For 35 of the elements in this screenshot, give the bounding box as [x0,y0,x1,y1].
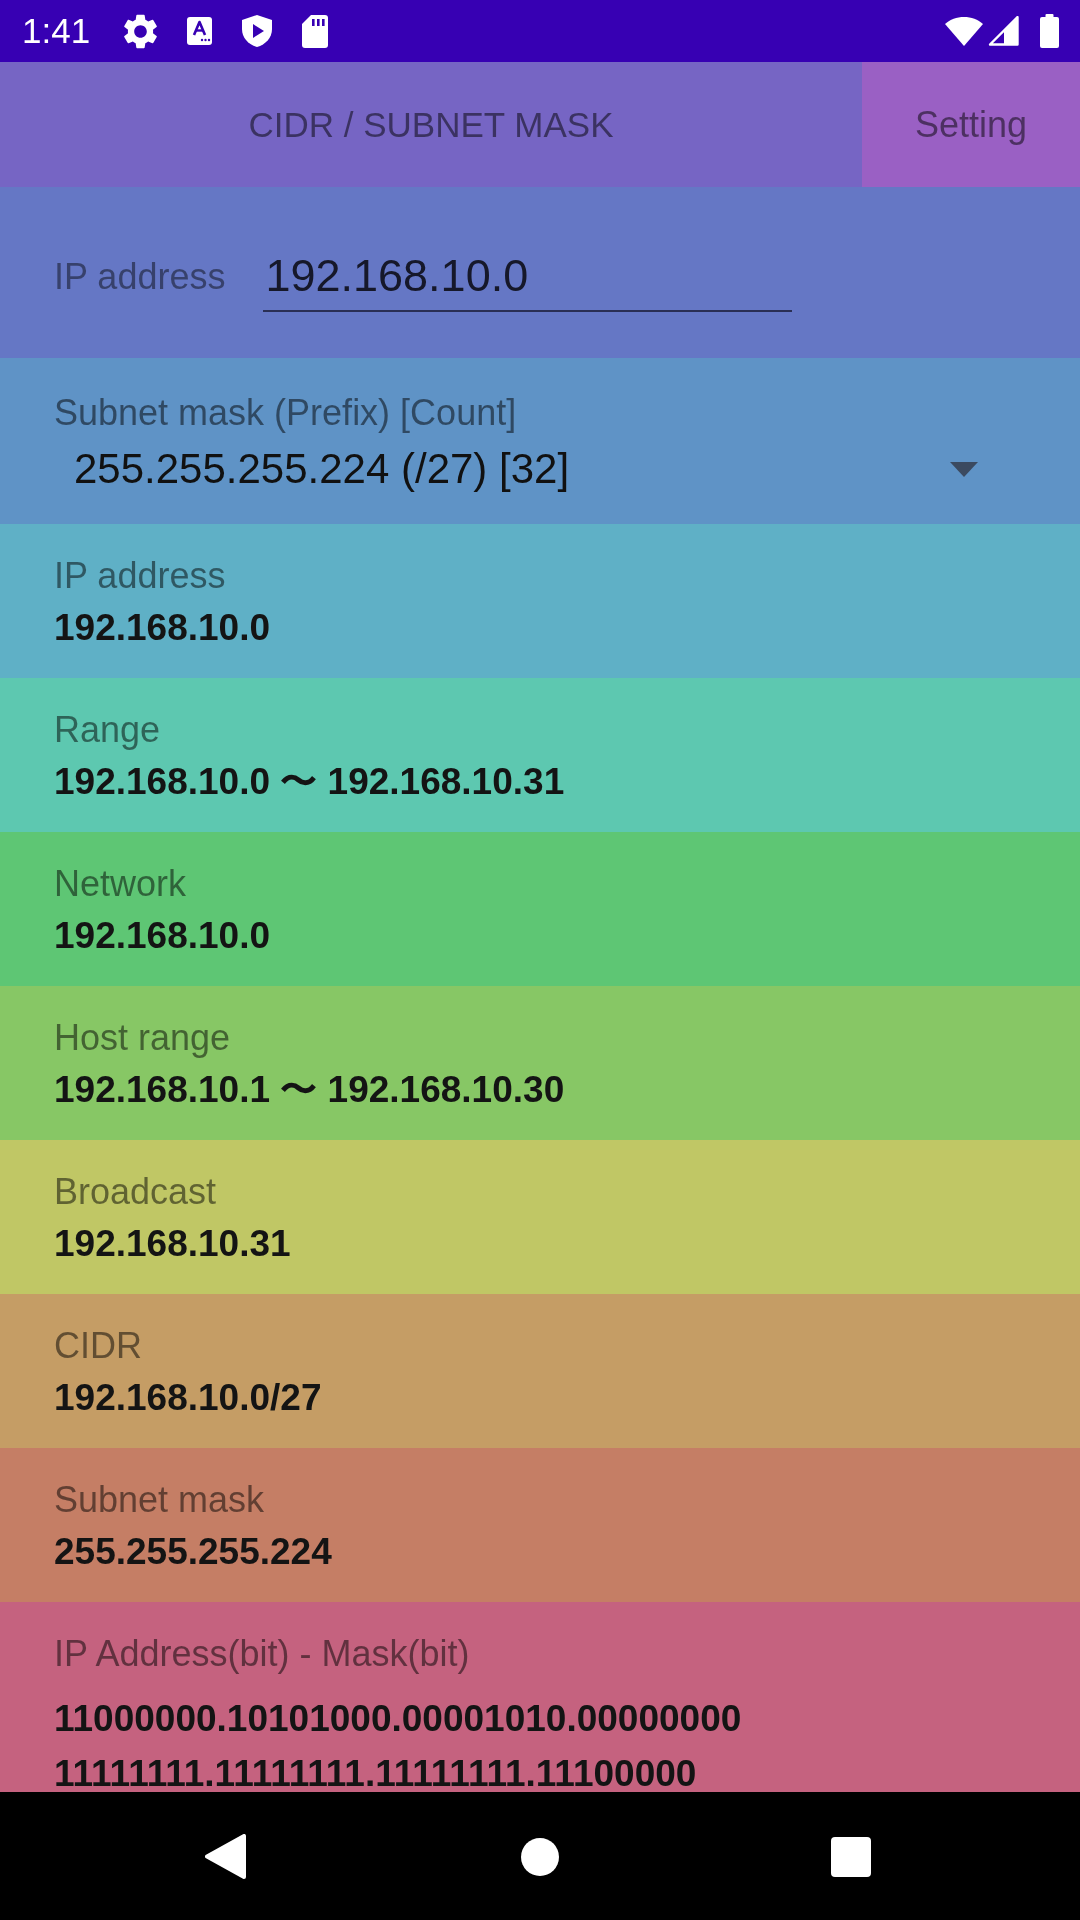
recents-icon[interactable] [831,1836,871,1877]
result-value: 192.168.10.0 [54,606,271,650]
result-value: 192.168.10.31 [54,1222,291,1266]
settings-icon [124,13,158,49]
result-label: Host range [54,1016,231,1060]
result-value: 11000000.10101000.00001010.00000000 [54,1701,742,1737]
sd-card-icon [302,14,329,48]
result-label: Network [54,862,187,906]
caret-icon [950,461,978,477]
result-label: IP Address(bit) - Mask(bit) [54,1632,470,1676]
status-time: 1:41 [22,11,91,51]
home-icon[interactable] [521,1837,559,1876]
result-label: Broadcast [54,1170,217,1214]
result-value: 255.255.255.224 [54,1530,332,1574]
letter-box-icon [187,17,213,45]
ip-address-input[interactable]: 192.168.10.0 [263,241,793,312]
back-icon[interactable] [205,1834,246,1879]
ip-input-label: IP address [54,254,226,299]
battery-icon [1040,14,1059,48]
signal-icon [988,16,1019,46]
result-value: 192.168.10.0 〜 192.168.10.31 [54,760,565,804]
result-value: 192.168.10.0 [54,914,271,958]
wifi-icon [945,16,983,46]
subnet-dropdown[interactable]: 255.255.255.224 (/27) [32] [54,444,1026,494]
shield-play-icon [242,15,273,47]
app-title: CIDR / SUBNET MASK [248,103,614,146]
result-value: 11111111.11111111.11111111.11100000 [54,1756,697,1792]
result-label: IP address [54,554,226,598]
result-label: Range [54,708,161,752]
result-value: 192.168.10.0/27 [54,1376,322,1420]
setting-button[interactable]: Setting [862,62,1080,187]
subnet-label: Subnet mask (Prefix) [Count] [54,391,518,435]
result-label: CIDR [54,1324,142,1368]
result-label: Subnet mask [54,1478,265,1522]
result-value: 192.168.10.1 〜 192.168.10.30 [54,1068,565,1112]
